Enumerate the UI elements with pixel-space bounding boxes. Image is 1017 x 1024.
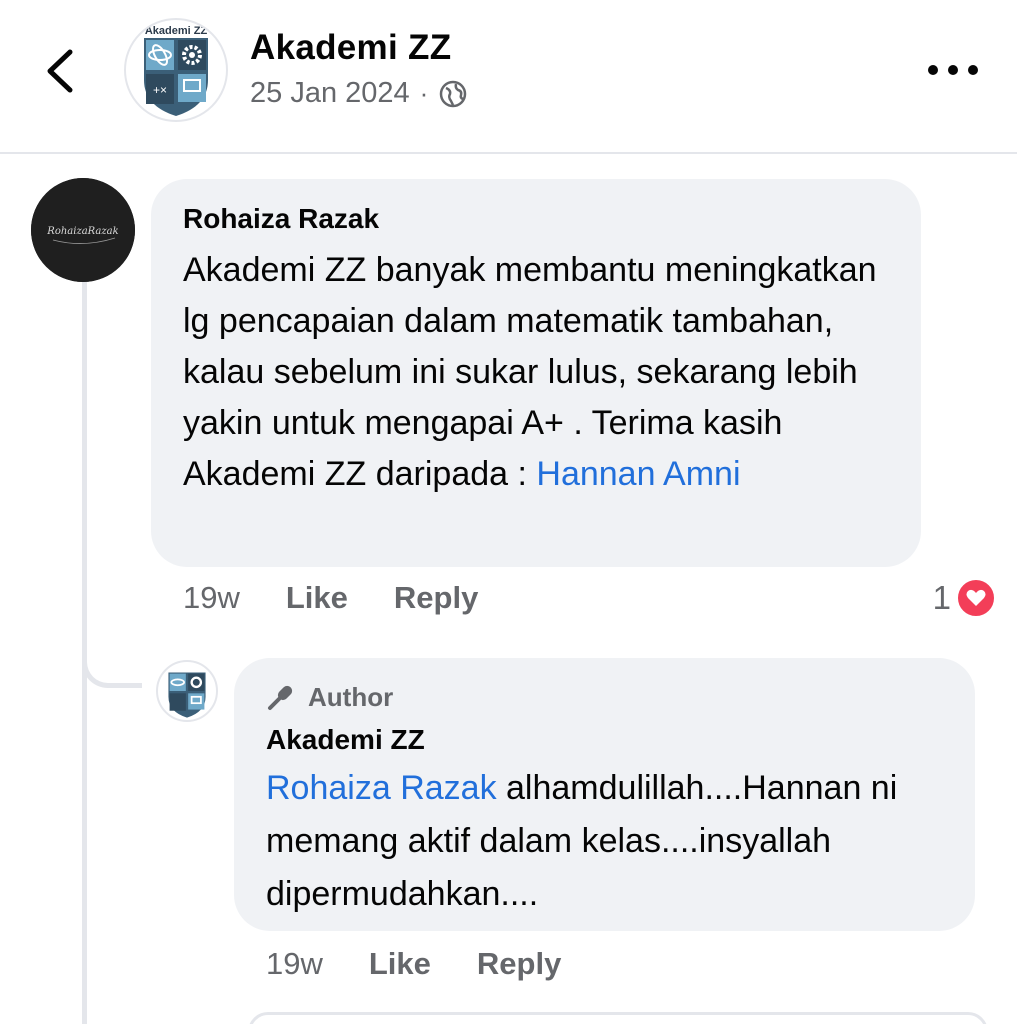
page-name[interactable]: Akademi ZZ bbox=[250, 28, 451, 68]
globe-icon bbox=[440, 80, 467, 107]
next-comment-bubble-partial bbox=[248, 1012, 988, 1024]
post-header: Akademi ZZ +× Akademi ZZ 25 Jan 2024 · bbox=[0, 0, 1017, 152]
comment-text: Akademi ZZ banyak membantu meningkatkan … bbox=[183, 251, 877, 493]
reply-like-button[interactable]: Like bbox=[369, 946, 431, 982]
more-horizontal-icon bbox=[928, 65, 978, 75]
comment-body: Akademi ZZ banyak membantu meningkatkan … bbox=[183, 245, 889, 500]
page-avatar[interactable]: Akademi ZZ +× bbox=[124, 18, 228, 122]
signature-avatar-image: RohaizaRazak bbox=[31, 178, 135, 282]
svg-text:+×: +× bbox=[153, 83, 167, 97]
like-button[interactable]: Like bbox=[286, 580, 348, 616]
reaction-summary[interactable]: 1 bbox=[933, 577, 997, 619]
reply-reply-button[interactable]: Reply bbox=[477, 946, 561, 982]
more-options-button[interactable] bbox=[925, 60, 981, 80]
reply-button[interactable]: Reply bbox=[394, 580, 478, 616]
microphone-icon bbox=[268, 685, 293, 710]
reply-body: Rohaiza Razak alhamdulillah....Hannan ni… bbox=[266, 762, 943, 921]
comment-thread-screen: Akademi ZZ +× Akademi ZZ 25 Jan 2024 · R… bbox=[0, 0, 1017, 1024]
reply-author-avatar[interactable] bbox=[156, 660, 218, 722]
comment-bubble: Rohaiza Razak Akademi ZZ banyak membantu… bbox=[151, 179, 921, 567]
comment-author[interactable]: Rohaiza Razak bbox=[183, 201, 889, 237]
comment-timestamp[interactable]: 19w bbox=[183, 580, 240, 616]
author-badge: Author bbox=[266, 680, 943, 714]
post-meta: 25 Jan 2024 · bbox=[250, 77, 468, 110]
reply-mention-link[interactable]: Rohaiza Razak bbox=[266, 769, 497, 807]
reply-author[interactable]: Akademi ZZ bbox=[266, 722, 943, 758]
back-button[interactable] bbox=[40, 44, 84, 98]
reply-bubble: Author Akademi ZZ Rohaiza Razak alhamdul… bbox=[234, 658, 975, 931]
reply-timestamp[interactable]: 19w bbox=[266, 946, 323, 982]
comment-actions: 19w Like Reply bbox=[183, 580, 524, 616]
reply-actions: 19w Like Reply bbox=[266, 946, 607, 982]
akademi-zz-logo-small bbox=[168, 672, 206, 718]
reaction-count: 1 bbox=[932, 579, 951, 616]
akademi-zz-logo: Akademi ZZ +× bbox=[144, 25, 208, 116]
header-divider bbox=[0, 152, 1017, 154]
svg-text:Akademi ZZ: Akademi ZZ bbox=[145, 25, 208, 37]
heart-icon bbox=[955, 577, 997, 619]
comment-mention-link[interactable]: Hannan Amni bbox=[536, 455, 740, 493]
post-date[interactable]: 25 Jan 2024 bbox=[250, 77, 410, 110]
author-badge-label: Author bbox=[308, 682, 394, 712]
reply-connector bbox=[82, 640, 142, 688]
chevron-left-icon bbox=[47, 49, 73, 93]
meta-separator: · bbox=[419, 78, 429, 108]
commenter-avatar[interactable]: RohaizaRazak bbox=[31, 178, 135, 282]
svg-text:RohaizaRazak: RohaizaRazak bbox=[46, 226, 118, 237]
